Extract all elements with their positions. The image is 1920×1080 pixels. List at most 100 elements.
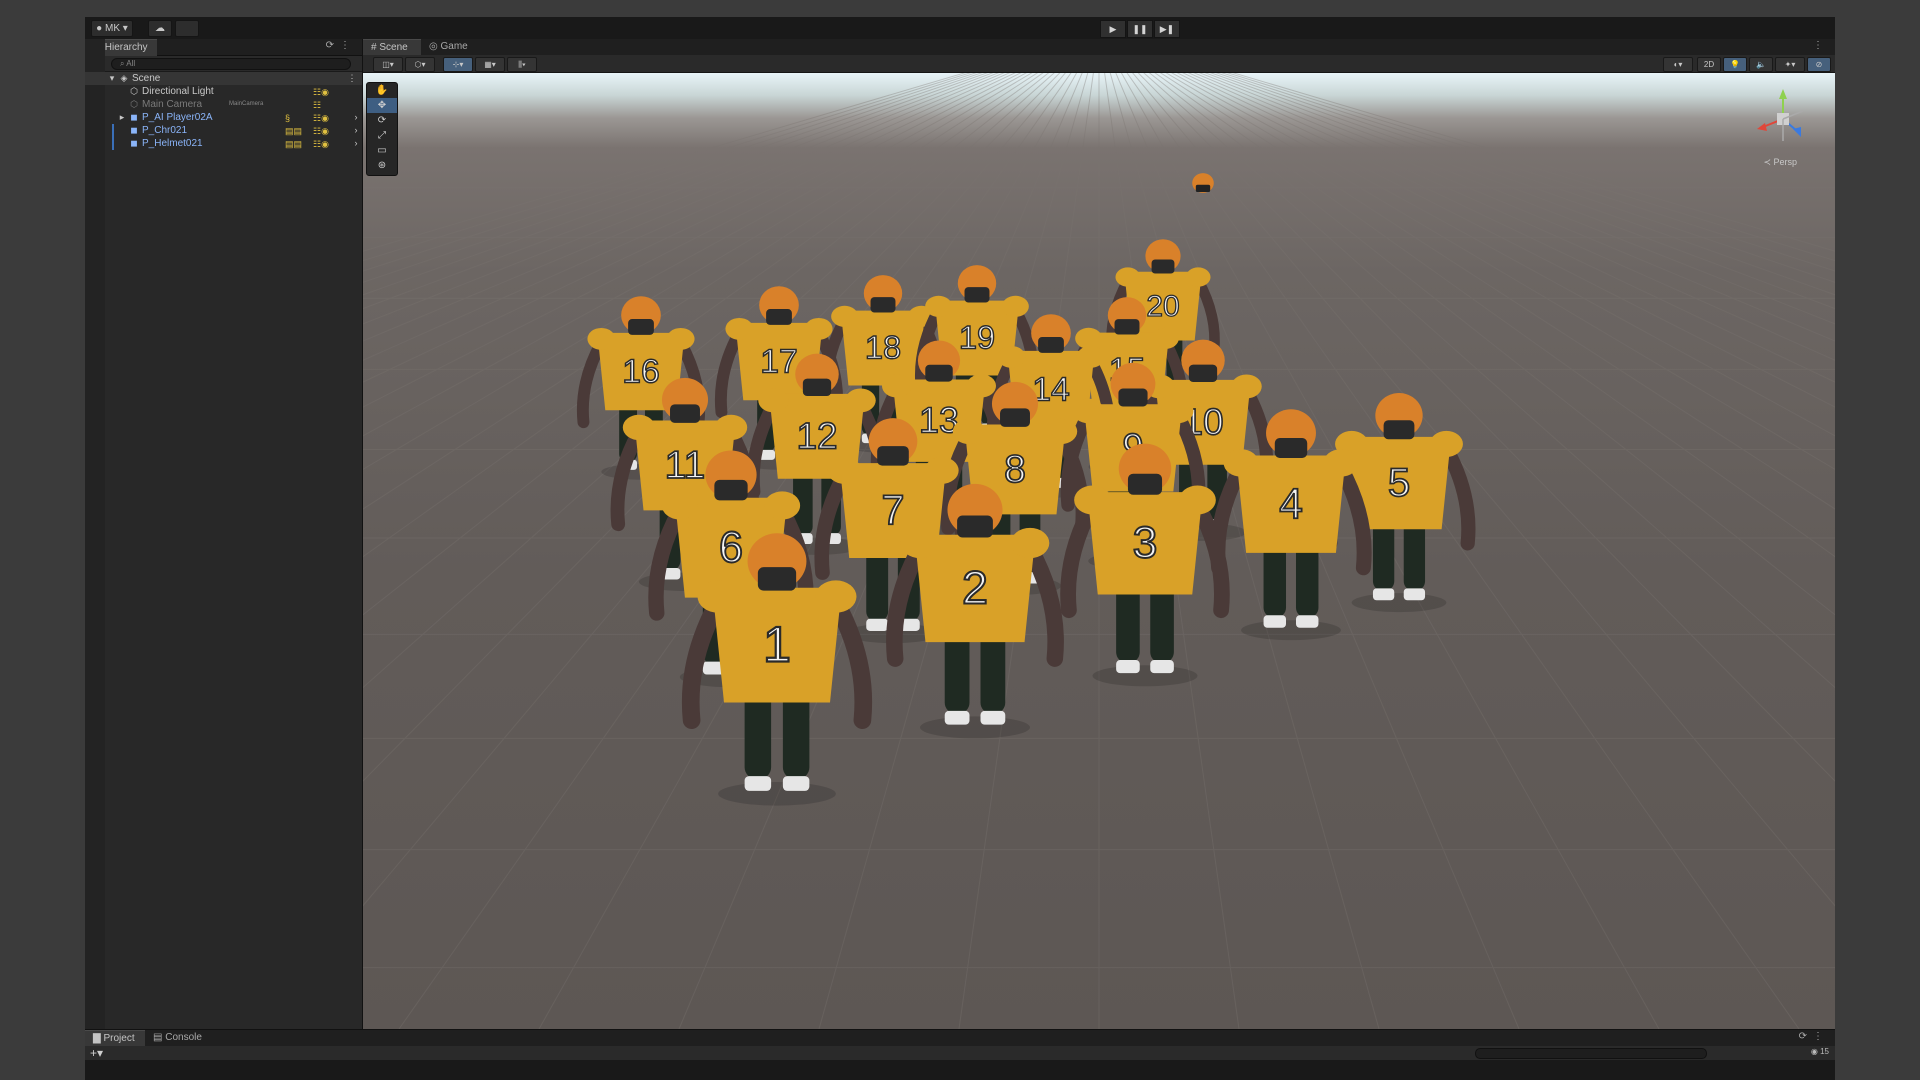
account-button[interactable]: ● MK ▾ [91, 20, 133, 37]
players-layer: 20 16 17 18 19 14 13 12 11 10 8 7 6 5 4 … [576, 173, 1476, 806]
jersey-number: 5 [1388, 460, 1410, 505]
panel-menu-icons[interactable]: ⟳⋮ [1799, 1031, 1829, 1042]
console-icon: ▤ [153, 1032, 166, 1043]
unity-editor: ● MK ▾ ☁ ▶ ❚❚ ▶❚ ☰ Hierarchy ⟳⋮ +▾ ⌕ All [85, 17, 1835, 1080]
play-button[interactable]: ▶ [1100, 20, 1126, 38]
tab-game-label: Game [440, 41, 468, 52]
jersey-number: 8 [1004, 448, 1026, 491]
floating-helmet[interactable] [1192, 173, 1214, 193]
gameobject-icon: ⬡ [130, 99, 138, 109]
prefab-cube-icon: ◼ [130, 112, 138, 122]
rect-tool-icon[interactable]: ▭ [367, 143, 397, 158]
hierarchy-row-helmet021[interactable]: ◼ P_Helmet021 ▤▤ ☷◉ › [85, 137, 362, 150]
shading-mode-button[interactable]: ⬡▾ [405, 57, 435, 72]
lighting-toggle-button[interactable]: 💡 [1723, 57, 1747, 72]
move-tool-icon[interactable]: ✥ [367, 98, 397, 113]
project-search-input[interactable] [1475, 1048, 1707, 1059]
jersey-number: 7 [882, 487, 905, 533]
more-icon[interactable]: ⋮ [347, 73, 357, 83]
project-console-panel: ▇ Project ▤ Console ⟳⋮ +▾ ◉ 15 [85, 1029, 1835, 1060]
grid-snap-button[interactable]: ▦▾ [475, 57, 505, 72]
scale-tool-icon[interactable]: ⤢ [367, 128, 397, 143]
scene-viewport[interactable]: 20 16 17 18 19 14 13 12 11 10 8 7 6 5 4 … [363, 73, 1835, 1029]
persp-text: Persp [1773, 157, 1797, 167]
hierarchy-list: ▾ ◈ Scene ⋮ ⬡ Directional Light ☷◉ ⬡ Mai… [85, 72, 362, 150]
pause-button[interactable]: ❚❚ [1127, 20, 1153, 38]
hierarchy-row-chr021[interactable]: ◼ P_Chr021 ▤▤ ☷◉ › [85, 124, 362, 137]
hierarchy-tabbar: ☰ Hierarchy ⟳⋮ [85, 39, 362, 56]
hierarchy-item-label: P_AI Player02A [142, 112, 213, 123]
account-label: MK [105, 23, 120, 34]
visibility-icon[interactable]: ☷◉ [313, 138, 329, 151]
bottom-tabbar: ▇ Project ▤ Console ⟳⋮ [85, 1030, 1835, 1047]
increment-snap-button[interactable]: ⫼▾ [507, 57, 537, 72]
orientation-button[interactable]: ◐▾ [1663, 57, 1693, 72]
hierarchy-row-ai-player[interactable]: ▸ ◼ P_AI Player02A § ☷◉ › [85, 111, 362, 124]
tab-game[interactable]: ◎ Game [421, 39, 479, 55]
main-toolbar: ● MK ▾ ☁ ▶ ❚❚ ▶❚ [85, 17, 1835, 40]
play-controls: ▶ ❚❚ ▶❚ [1100, 20, 1181, 38]
tab-console-label: Console [165, 1032, 202, 1043]
hierarchy-item-label: Directional Light [142, 86, 214, 97]
jersey-number: 19 [959, 319, 995, 356]
tab-project-label: Project [103, 1033, 135, 1044]
toggle-2d-button[interactable]: 2D [1697, 57, 1721, 72]
tab-scene[interactable]: # Scene [363, 39, 421, 56]
component-icon: ▤▤ [285, 139, 303, 149]
jersey-number: 1 [763, 616, 791, 672]
persp-icon: ≺ [1763, 157, 1774, 167]
cloud-button[interactable]: ☁ [148, 20, 172, 37]
hierarchy-item-label: Main Camera [142, 99, 203, 110]
hidden-packages-count[interactable]: ◉ 15 [1811, 1047, 1829, 1056]
collab-button[interactable] [175, 20, 199, 37]
chevron-right-icon[interactable]: › [351, 112, 361, 122]
expand-arrow-icon[interactable]: ▸ [117, 112, 127, 122]
expand-arrow-icon[interactable]: ▾ [107, 73, 117, 83]
step-button[interactable]: ▶❚ [1154, 20, 1180, 38]
hierarchy-item-label: P_Helmet021 [142, 138, 203, 149]
jersey-number: 3 [1133, 519, 1158, 568]
prefab-cube-icon: ◼ [130, 125, 138, 135]
chevron-down-icon: ▾ [122, 23, 128, 34]
hierarchy-toolbar: +▾ ⌕ All [85, 56, 362, 72]
create-asset-button[interactable]: +▾ [90, 1046, 103, 1061]
search-placeholder: All [126, 59, 136, 68]
gamepad-icon: ◎ [429, 41, 441, 52]
transform-tool-icon[interactable]: ⊛ [367, 158, 397, 173]
hierarchy-row-directional-light[interactable]: ⬡ Directional Light ☷◉ [85, 85, 362, 98]
audio-toggle-button[interactable]: 🔈 [1749, 57, 1773, 72]
draw-mode-button[interactable]: ◫▾ [373, 57, 403, 72]
jersey-number: 12 [796, 415, 837, 456]
hierarchy-panel: ☰ Hierarchy ⟳⋮ +▾ ⌕ All ▾ ◈ Scene ⋮ ⬡ Di… [85, 39, 363, 1029]
hidden-objects-button[interactable]: ⊘ [1807, 57, 1831, 72]
hierarchy-row-main-camera[interactable]: ⬡ Main Camera MainCamera ☷ [85, 98, 362, 111]
hand-tool-icon[interactable]: ✋ [367, 83, 397, 98]
panel-menu-icons[interactable]: ⟳⋮ [326, 40, 356, 51]
scene-orientation-gizmo[interactable] [1753, 83, 1813, 155]
count-label: 15 [1820, 1047, 1829, 1056]
hierarchy-item-label: P_Chr021 [142, 125, 188, 136]
chevron-right-icon[interactable]: › [351, 125, 361, 135]
folder-icon: ▇ [93, 1033, 104, 1044]
hierarchy-row-scene[interactable]: ▾ ◈ Scene ⋮ [85, 72, 362, 85]
hierarchy-search-input[interactable]: ⌕ All [111, 58, 351, 70]
jersey-number: 13 [919, 400, 959, 440]
account-icon: ● [96, 23, 103, 34]
jersey-number: 2 [962, 562, 988, 614]
panel-menu-icon[interactable]: ⋮ [1813, 40, 1829, 51]
projection-label[interactable]: ≺ Persp [1763, 157, 1797, 168]
scene-toolbar: ◫▾ ⬡▾ ⊹▾ ▦▾ ⫼▾ ◐▾ 2D 💡 🔈 ✦▾ ⊘ [363, 55, 1835, 73]
jersey-number: 11 [665, 444, 706, 487]
chevron-right-icon[interactable]: › [351, 138, 361, 148]
transform-tools: ✋ ✥ ⟳ ⤢ ▭ ⊛ [366, 82, 398, 176]
gameobject-icon: ⬡ [130, 86, 138, 96]
tab-console[interactable]: ▤ Console [145, 1030, 211, 1046]
tab-project[interactable]: ▇ Project [85, 1030, 145, 1047]
selection-marker [112, 124, 114, 137]
snap-toggle-button[interactable]: ⊹▾ [443, 57, 473, 72]
cloud-icon: ☁ [155, 23, 165, 34]
rotate-tool-icon[interactable]: ⟳ [367, 113, 397, 128]
selection-marker [112, 137, 114, 150]
hierarchy-item-label: Scene [132, 73, 161, 84]
effects-button[interactable]: ✦▾ [1775, 57, 1805, 72]
